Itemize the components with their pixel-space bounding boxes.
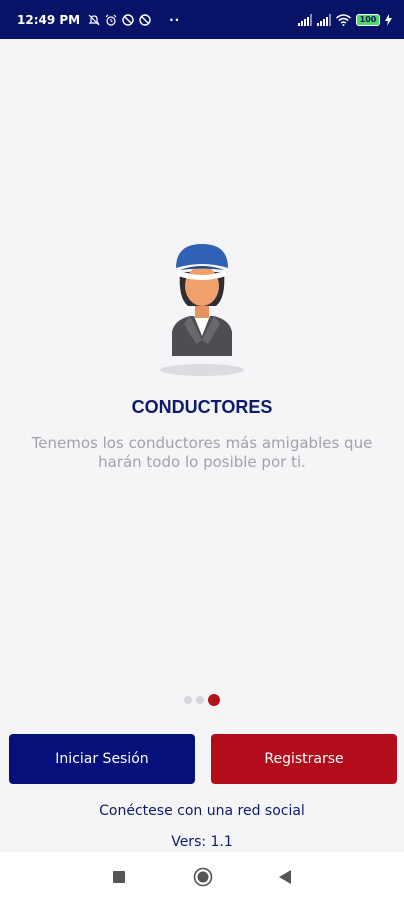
driver-illustration <box>150 236 254 381</box>
alarm-icon <box>105 14 117 26</box>
recent-apps-icon[interactable] <box>108 866 130 888</box>
page-dot-active[interactable] <box>208 694 220 706</box>
status-left-icons <box>88 13 151 26</box>
feature-description: Tenemos los conductores más amigables qu… <box>31 434 373 471</box>
social-login-link[interactable]: Conéctese con una red social <box>0 803 404 819</box>
battery-icon: 100 <box>356 13 380 26</box>
page-indicator <box>184 693 220 707</box>
status-time: 12:49 PM <box>17 12 81 27</box>
page-dot[interactable] <box>196 696 204 704</box>
home-icon[interactable] <box>192 866 214 888</box>
wifi-icon <box>336 13 351 26</box>
block-icon <box>122 13 134 26</box>
version-label: Vers: 1.1 <box>171 834 233 850</box>
signal-icon <box>317 13 331 26</box>
feature-title: CONDUCTORES <box>131 397 273 417</box>
login-button[interactable]: Iniciar Sesión <box>9 734 195 784</box>
back-icon[interactable] <box>274 866 296 888</box>
charging-icon <box>385 13 392 26</box>
page-dot[interactable] <box>184 696 192 704</box>
mute-icon <box>88 14 100 26</box>
signal-icon <box>298 13 312 26</box>
status-right-icons: 100 <box>298 13 392 26</box>
status-bar: 12:49 PM ·· 100 <box>0 0 404 39</box>
register-button[interactable]: Registrarse <box>211 734 397 784</box>
status-dots: ·· <box>169 12 181 27</box>
block-icon <box>139 13 151 26</box>
navigation-bar <box>0 852 404 900</box>
